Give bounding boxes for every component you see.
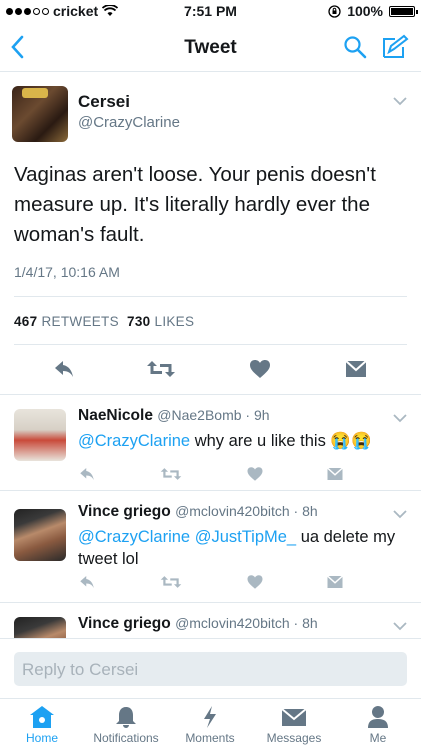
chevron-down-icon[interactable] bbox=[393, 413, 407, 423]
message-icon[interactable] bbox=[326, 573, 344, 591]
reply-icon[interactable] bbox=[78, 465, 96, 483]
bell-icon bbox=[116, 707, 136, 728]
lightning-icon bbox=[204, 706, 216, 728]
reply-actions bbox=[78, 573, 368, 593]
chevron-down-icon[interactable] bbox=[393, 509, 407, 519]
reply-text: @CrazyClarine why are u like this 😭😭 bbox=[78, 430, 398, 452]
mention-link[interactable]: @CrazyClarine bbox=[78, 432, 190, 450]
tweet-actions bbox=[0, 357, 421, 383]
navigation-bar: Tweet bbox=[0, 22, 421, 72]
author-name[interactable]: Cersei bbox=[78, 92, 130, 112]
tab-label: Notifications bbox=[93, 731, 159, 745]
author-handle[interactable]: @CrazyClarine bbox=[78, 114, 180, 131]
reply-tweet[interactable]: Vince griego @mclovin420bitch · 8h @Craz… bbox=[0, 490, 421, 602]
orientation-lock-icon bbox=[328, 4, 341, 18]
retweet-count[interactable]: 467 bbox=[14, 314, 37, 329]
tab-label: Me bbox=[369, 731, 387, 745]
tweet-text: Vaginas aren't loose. Your penis doesn't… bbox=[14, 163, 376, 246]
envelope-icon bbox=[281, 708, 307, 726]
tab-label: Messages bbox=[266, 731, 322, 745]
tweet-timestamp: 1/4/17, 10:16 AM bbox=[14, 264, 120, 280]
reply-icon[interactable] bbox=[78, 573, 96, 591]
retweet-icon[interactable] bbox=[160, 465, 182, 483]
battery-status: 100% bbox=[328, 3, 418, 19]
likes-label[interactable]: LIKES bbox=[155, 314, 195, 329]
message-icon[interactable] bbox=[326, 465, 344, 483]
heart-icon[interactable] bbox=[246, 465, 264, 483]
tab-me[interactable]: Me bbox=[336, 703, 420, 745]
reply-icon[interactable] bbox=[52, 357, 76, 381]
status-bar: cricket 7:51 PM 100% bbox=[0, 0, 421, 22]
tab-messages[interactable]: Messages bbox=[252, 703, 336, 745]
reply-actions bbox=[78, 465, 368, 485]
person-icon bbox=[368, 706, 388, 728]
mention-link[interactable]: @CrazyClarine @JustTipMe_ bbox=[78, 528, 296, 546]
tab-notifications[interactable]: Notifications bbox=[84, 703, 168, 745]
reply-author-name[interactable]: Vince griego bbox=[78, 615, 171, 632]
tab-label: Home bbox=[25, 731, 58, 745]
reply-composer: Reply to Cersei bbox=[0, 638, 421, 698]
avatar[interactable] bbox=[12, 86, 68, 142]
avatar[interactable] bbox=[14, 617, 66, 638]
reply-meta: @mclovin420bitch · 8h bbox=[175, 503, 318, 519]
message-icon[interactable] bbox=[344, 357, 368, 381]
battery-percent: 100% bbox=[347, 3, 383, 19]
reply-meta: @Nae2Bomb · 9h bbox=[157, 407, 270, 423]
reply-input[interactable]: Reply to Cersei bbox=[14, 652, 407, 686]
chevron-down-icon[interactable] bbox=[393, 96, 407, 106]
reply-author-name[interactable]: NaeNicole bbox=[78, 407, 153, 424]
reply-tweet[interactable]: Vince griego @mclovin420bitch · 8h bbox=[0, 602, 421, 638]
avatar[interactable] bbox=[14, 509, 66, 561]
divider bbox=[14, 344, 407, 345]
home-icon bbox=[30, 706, 54, 728]
retweets-label[interactable]: RETWEETS bbox=[42, 314, 119, 329]
tab-label: Moments bbox=[185, 731, 235, 745]
compose-icon[interactable] bbox=[381, 33, 409, 61]
heart-icon[interactable] bbox=[248, 357, 272, 381]
heart-icon[interactable] bbox=[246, 573, 264, 591]
reply-tweet[interactable]: NaeNicole @Nae2Bomb · 9h @CrazyClarine w… bbox=[0, 394, 421, 490]
retweet-icon[interactable] bbox=[160, 573, 182, 591]
chevron-down-icon[interactable] bbox=[393, 621, 407, 631]
reply-body: why are u like this 😭😭 bbox=[190, 432, 372, 450]
reply-header: Vince griego @mclovin420bitch · 8h bbox=[78, 503, 318, 521]
reply-author-name[interactable]: Vince griego bbox=[78, 503, 171, 520]
retweet-icon[interactable] bbox=[146, 357, 176, 381]
reply-text: @CrazyClarine @JustTipMe_ ua delete my t… bbox=[78, 526, 398, 570]
tab-moments[interactable]: Moments bbox=[168, 703, 252, 745]
engagement-counts: 467 RETWEETS 730 LIKES bbox=[14, 314, 194, 329]
reply-header: NaeNicole @Nae2Bomb · 9h bbox=[78, 407, 270, 425]
divider bbox=[14, 296, 407, 297]
like-count[interactable]: 730 bbox=[127, 314, 150, 329]
reply-header: Vince griego @mclovin420bitch · 8h bbox=[78, 615, 318, 633]
tab-home[interactable]: Home bbox=[0, 703, 84, 745]
search-icon[interactable] bbox=[343, 35, 367, 59]
avatar[interactable] bbox=[14, 409, 66, 461]
reply-meta: @mclovin420bitch · 8h bbox=[175, 615, 318, 631]
battery-icon bbox=[389, 5, 418, 17]
tab-bar: Home Notifications Moments Messages Me bbox=[0, 698, 421, 750]
